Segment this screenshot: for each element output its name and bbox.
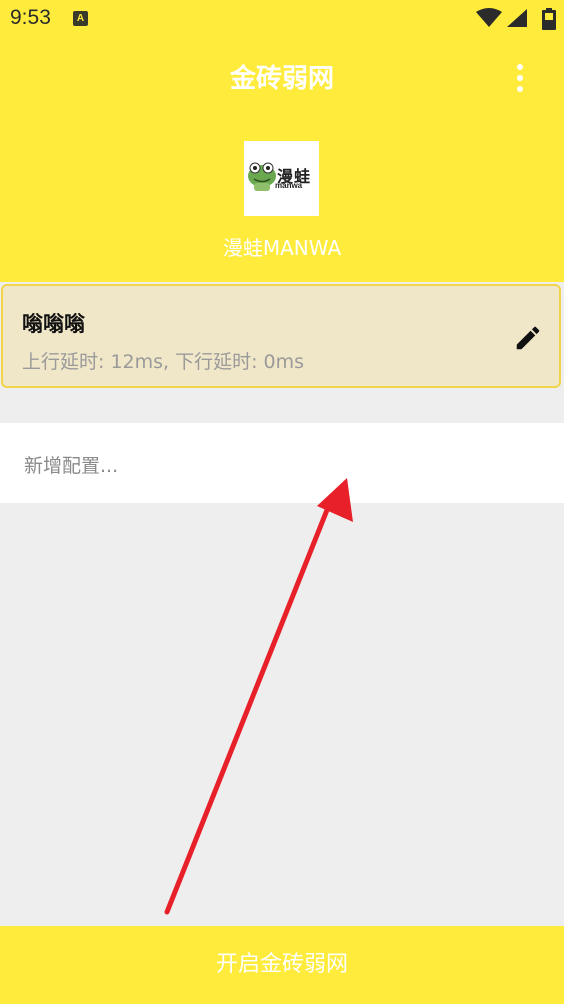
- edit-config-button[interactable]: [513, 323, 543, 353]
- wifi-icon: [476, 8, 502, 27]
- app-name: 漫蛙MANWA: [222, 236, 342, 260]
- status-bar: 9:53 A: [0, 0, 564, 38]
- add-config-label: 新增配置...: [24, 455, 119, 477]
- add-config-row[interactable]: 新增配置...: [0, 423, 564, 503]
- battery-icon: [542, 8, 556, 30]
- pencil-icon: [516, 326, 540, 350]
- app-title: 金砖弱网: [229, 64, 334, 94]
- config-detail: 上行延时: 12ms, 下行延时: 0ms: [22, 351, 305, 373]
- more-vert-icon-dot: [517, 75, 523, 81]
- more-vert-icon: [517, 64, 523, 70]
- config-item[interactable]: 嗡嗡嗡 上行延时: 12ms, 下行延时: 0ms: [1, 284, 561, 388]
- status-time: 9:53: [10, 6, 51, 29]
- signal-icon: [507, 9, 527, 27]
- logo-subtext: manwa: [275, 181, 303, 190]
- more-vert-icon-dot: [517, 86, 523, 92]
- start-weak-network-button[interactable]: 开启金砖弱网: [0, 926, 564, 1004]
- header-area: 9:53 A 金砖弱网 漫蛙 manwa 漫蛙MANWA: [0, 0, 564, 282]
- more-options-button[interactable]: [504, 60, 536, 96]
- app-logo[interactable]: 漫蛙 manwa: [244, 141, 319, 216]
- notification-icon: A: [73, 11, 88, 26]
- config-name: 嗡嗡嗡: [22, 312, 85, 336]
